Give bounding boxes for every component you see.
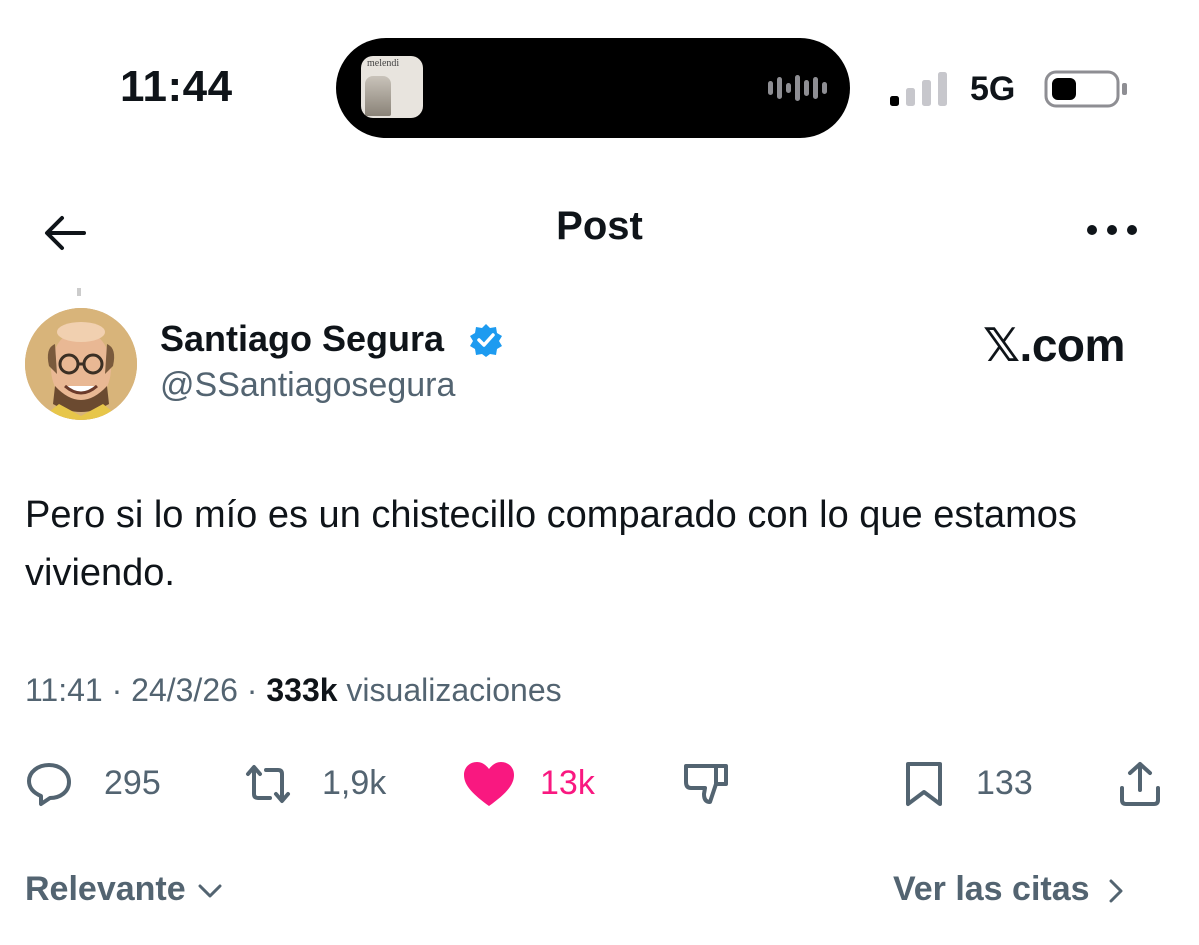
chevron-right-icon	[1109, 879, 1123, 903]
dislike-icon[interactable]	[682, 760, 730, 808]
reply-count[interactable]: 295	[104, 764, 161, 803]
views-label: visualizaciones	[346, 672, 562, 708]
like-count[interactable]: 13k	[540, 764, 595, 803]
view-count[interactable]: 333k	[266, 672, 337, 708]
post-date: 24/3/26	[131, 672, 238, 708]
repost-icon[interactable]	[244, 760, 292, 808]
thread-line	[77, 288, 81, 296]
repost-count[interactable]: 1,9k	[322, 764, 386, 803]
page-title: Post	[556, 204, 643, 248]
bookmark-icon[interactable]	[900, 760, 948, 808]
now-playing-album-art: melendi	[361, 56, 423, 118]
post-meta: 11:41 · 24/3/26 · 333k visualizaciones	[25, 672, 562, 708]
quotes-label: Ver las citas	[892, 870, 1090, 908]
sort-dropdown[interactable]: Relevante	[25, 870, 225, 909]
author-name[interactable]: Santiago Segura	[160, 318, 444, 360]
bookmark-count[interactable]: 133	[976, 764, 1033, 803]
verified-badge-icon	[470, 324, 502, 357]
x-com-watermark: 𝕏.com	[983, 319, 1125, 371]
cellular-signal-icon	[890, 72, 947, 106]
view-quotes-link[interactable]: Ver las citas	[893, 870, 1127, 909]
network-type: 5G	[970, 70, 1016, 108]
chevron-down-icon	[198, 884, 222, 898]
author-handle[interactable]: @SSantiagosegura	[160, 366, 455, 405]
more-options-icon[interactable]	[1082, 218, 1142, 242]
post-text: Pero si lo mío es un chistecillo compara…	[25, 494, 1077, 594]
avatar-image	[25, 308, 137, 420]
reply-icon[interactable]	[25, 760, 73, 808]
battery-icon	[1044, 70, 1127, 108]
like-heart-icon[interactable]	[462, 760, 516, 808]
dynamic-island[interactable]: melendi	[336, 38, 850, 138]
avatar[interactable]	[25, 308, 137, 420]
share-icon[interactable]	[1116, 760, 1164, 808]
status-time: 11:44	[120, 62, 233, 111]
sort-label: Relevante	[25, 870, 186, 908]
album-art-text: melendi	[367, 58, 400, 69]
audio-waveform-icon	[768, 75, 827, 101]
post-time: 11:41	[25, 672, 103, 708]
